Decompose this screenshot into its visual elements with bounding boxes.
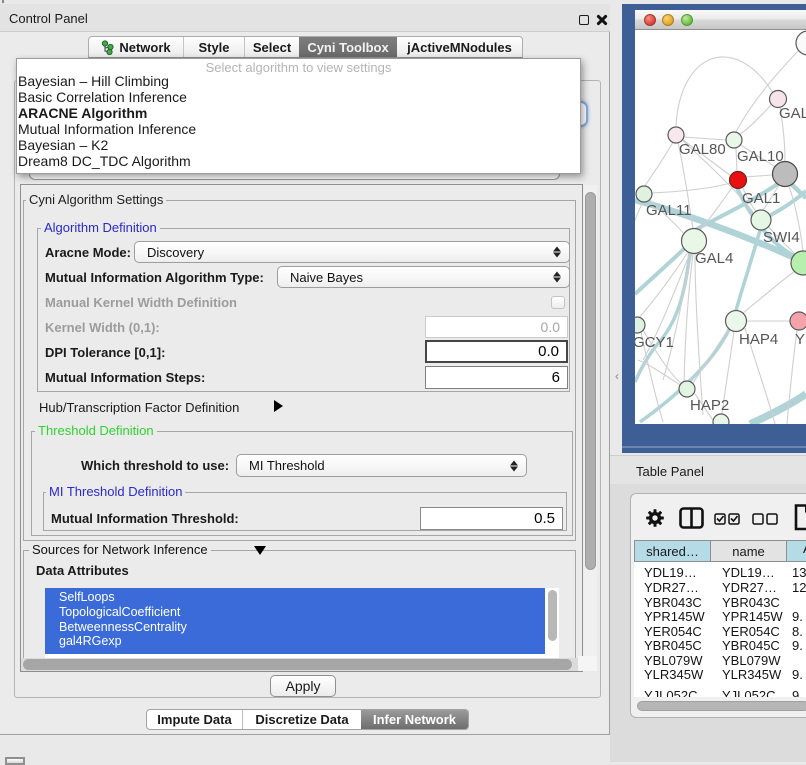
svg-text:GAL10: GAL10	[737, 148, 784, 165]
svg-text:GAL80: GAL80	[679, 141, 726, 158]
svg-text:SWI4: SWI4	[763, 229, 800, 246]
svg-text:HAP2: HAP2	[690, 397, 729, 414]
svg-text:GAL1: GAL1	[742, 190, 780, 207]
svg-text:Y: Y	[795, 331, 805, 348]
svg-text:GAL11: GAL11	[646, 202, 692, 219]
svg-text:HAP4: HAP4	[739, 331, 778, 348]
svg-text:GAL80: GAL80	[779, 105, 806, 122]
svg-text:GCY1: GCY1	[635, 334, 674, 351]
svg-text:GAL4: GAL4	[695, 250, 733, 267]
